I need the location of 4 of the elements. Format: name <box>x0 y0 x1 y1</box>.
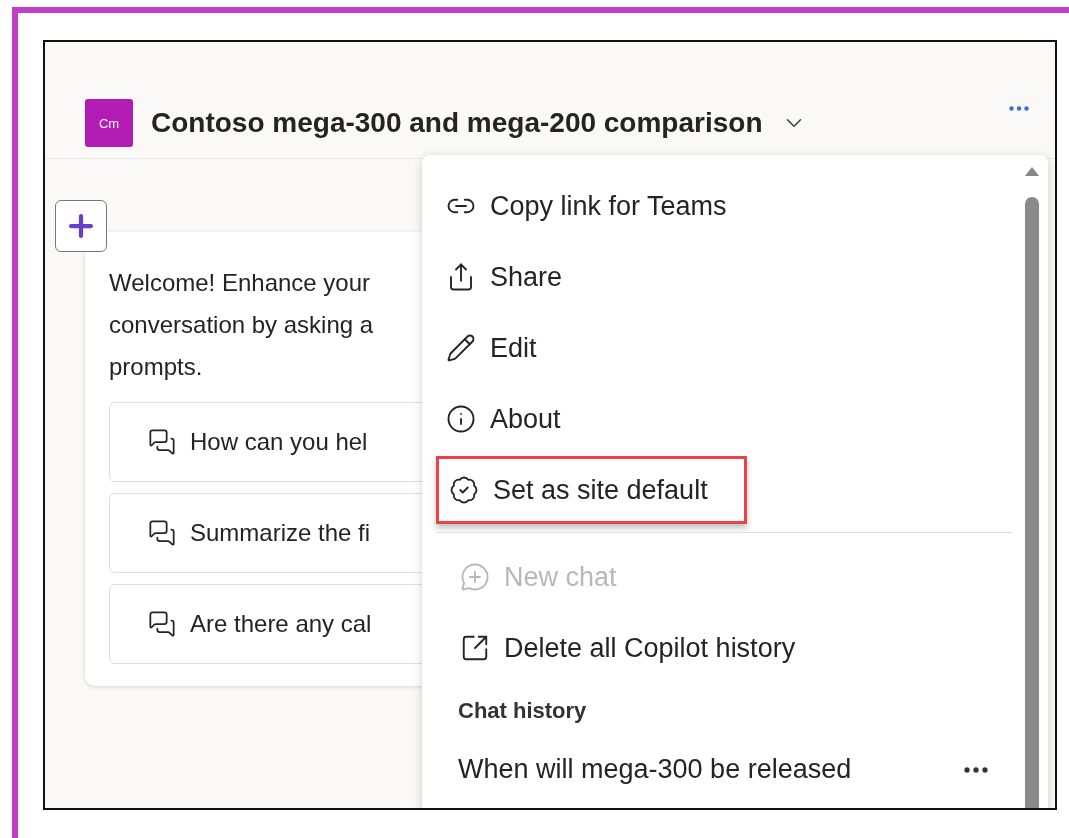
welcome-text: Welcome! Enhance your conversation by asking a prompts. <box>109 268 375 382</box>
page-title: Contoso mega-300 and mega-200 comparison <box>151 107 763 139</box>
avatar: Cm <box>85 99 133 147</box>
section-heading: Chat history <box>458 698 588 725</box>
